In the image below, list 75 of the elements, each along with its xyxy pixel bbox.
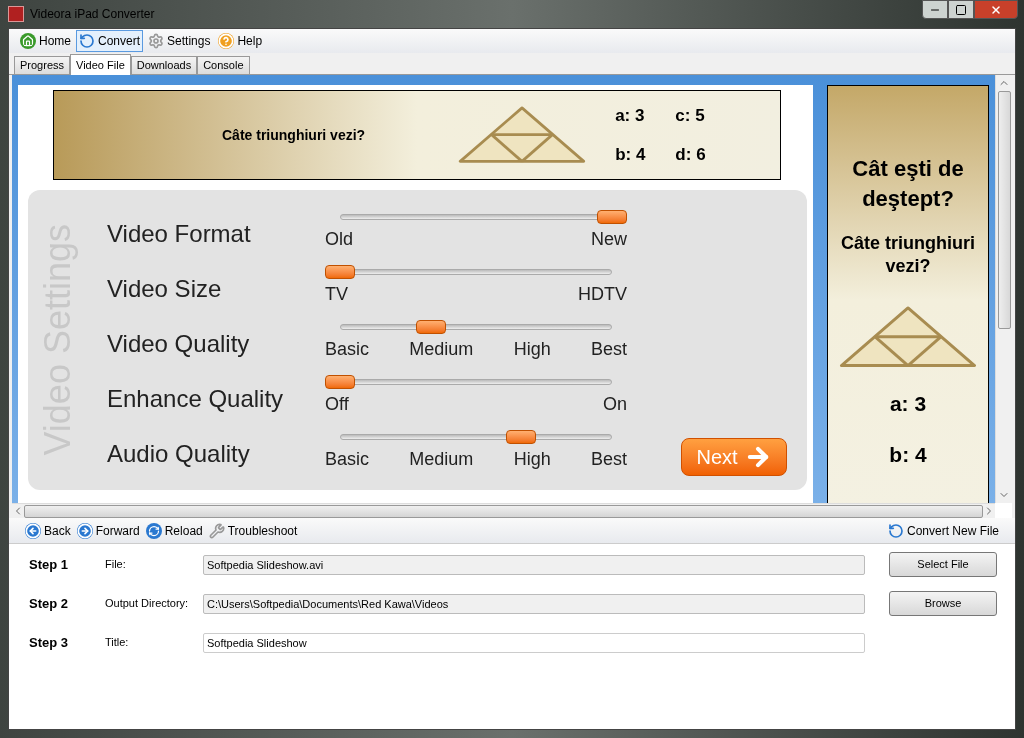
- setting-label: Video Quality: [106, 329, 251, 359]
- quiz-answer: a: 3: [615, 104, 646, 127]
- toolbar-button[interactable]: Home: [17, 30, 74, 52]
- help-icon: [218, 33, 235, 49]
- toolbar-button[interactable]: Convert: [76, 30, 144, 52]
- step-label: Step 3: [29, 633, 69, 652]
- slider-label: Basic: [325, 339, 369, 359]
- slider-label: Medium: [409, 339, 474, 359]
- slider-label: Best: [590, 449, 627, 469]
- wrench-icon: [208, 522, 225, 539]
- step-label: Step 2: [29, 594, 69, 613]
- slider-label: Off: [325, 394, 349, 414]
- field-label: File:: [105, 557, 127, 573]
- quiz-answer: b: 4: [889, 442, 927, 469]
- slider-label: New: [591, 229, 627, 249]
- tab[interactable]: Progress: [14, 56, 71, 74]
- tab[interactable]: Video File: [70, 54, 131, 75]
- text-field[interactable]: Softpedia Slideshow.avi: [203, 554, 865, 575]
- toolbar-button[interactable]: Settings: [145, 30, 214, 52]
- slider-label: HDTV: [578, 284, 627, 304]
- slider-label: High: [513, 339, 551, 359]
- text-field[interactable]: C:\Users\Softpedia\Documents\Red Kawa\Videos: [203, 593, 865, 614]
- slider-thumb[interactable]: [506, 430, 537, 444]
- close-button[interactable]: [974, 0, 1018, 19]
- nav-button[interactable]: Reload: [145, 521, 203, 540]
- home-icon: [20, 33, 36, 49]
- minimize-button[interactable]: [922, 0, 948, 19]
- maximize-icon: [955, 3, 967, 16]
- settings-icon: [148, 33, 165, 49]
- quiz-answer: c: 5: [675, 104, 706, 127]
- text-field[interactable]: Softpedia Slideshow: [203, 632, 865, 653]
- setting-label: Audio Quality: [106, 439, 251, 469]
- quiz-answer: a: 3: [889, 390, 927, 417]
- slider-label: Medium: [409, 449, 474, 469]
- forward-arrow-icon: [76, 522, 93, 539]
- vertical-scrollbar[interactable]: [995, 75, 1012, 503]
- step-button[interactable]: Select File: [889, 552, 997, 577]
- slider-label: Basic: [325, 449, 369, 469]
- tab[interactable]: Downloads: [130, 56, 198, 74]
- tab[interactable]: Console: [197, 56, 250, 74]
- slider-thumb[interactable]: [325, 265, 355, 279]
- slider-label: On: [603, 394, 627, 414]
- maximize-button[interactable]: [948, 0, 974, 19]
- app-logo-icon: [8, 6, 24, 22]
- quiz-answer: b: 4: [615, 144, 646, 166]
- step-label: Step 1: [29, 555, 69, 574]
- close-icon: [990, 3, 1002, 16]
- nav-button[interactable]: Troubleshoot: [208, 521, 298, 540]
- slider-thumb[interactable]: [415, 320, 446, 334]
- slider-label: Best: [590, 339, 627, 359]
- circular-arrow-icon: [79, 33, 95, 49]
- slider-label: High: [513, 449, 551, 469]
- quiz-question: Câte triunghiuri vezi?: [222, 125, 366, 145]
- back-arrow-icon: [25, 522, 41, 539]
- slider-thumb[interactable]: [597, 210, 627, 224]
- setting-label: Enhance Quality: [106, 384, 285, 414]
- ad-title: Cât eşti de deştept?: [851, 155, 965, 213]
- convert-new-file-button[interactable]: Convert New File: [887, 521, 999, 540]
- slider-thumb[interactable]: [325, 375, 355, 389]
- ad-question: Câte triunghiuri vezi?: [840, 232, 976, 278]
- quiz-answer: d: 6: [675, 144, 706, 166]
- setting-label: Video Format: [106, 219, 252, 249]
- circular-arrow-icon: [887, 522, 904, 539]
- toolbar-button[interactable]: Help: [215, 30, 266, 52]
- slider-label: Old: [325, 229, 353, 249]
- step-button[interactable]: Browse: [889, 591, 997, 616]
- window-title: Videora iPad Converter: [30, 6, 155, 23]
- field-label: Title:: [105, 635, 130, 651]
- slider-label: TV: [325, 284, 348, 304]
- horizontal-scrollbar[interactable]: [12, 503, 995, 518]
- nav-button[interactable]: Forward: [76, 521, 140, 540]
- setting-label: Video Size: [106, 274, 223, 304]
- reload-icon: [145, 522, 162, 539]
- field-label: Output Directory:: [105, 596, 190, 612]
- nav-button[interactable]: Back: [25, 521, 71, 540]
